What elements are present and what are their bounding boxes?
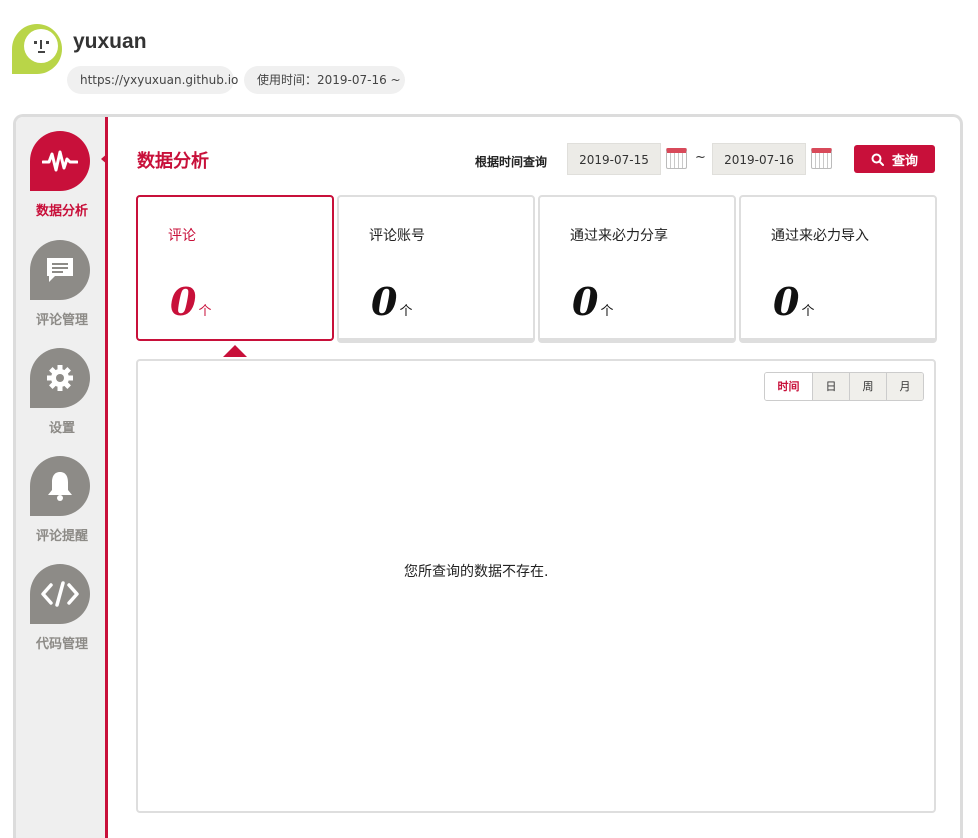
search-button-label: 查询: [891, 153, 918, 169]
sidebar: 数据分析 评论管理 设置 评论提醒 代码管理: [16, 117, 108, 838]
range-button-day[interactable]: 日: [812, 373, 849, 400]
page-title: 数据分析: [137, 151, 209, 172]
stat-card-title: 评论账号: [369, 228, 425, 244]
stat-card-value: 0个: [170, 279, 212, 324]
pulse-icon: [30, 131, 90, 191]
sidebar-item-label: 代码管理: [35, 637, 88, 652]
range-button-month[interactable]: 月: [886, 373, 923, 400]
sidebar-item-label: 评论提醒: [35, 529, 88, 544]
stat-card-title: 评论: [168, 228, 196, 244]
stat-card-value: 0个: [572, 279, 614, 324]
empty-data-message: 您所查询的数据不存在.: [404, 564, 549, 580]
date-query-label: 根据时间查询: [475, 155, 548, 169]
site-url-pill[interactable]: https://yxyuxuan.github.io: [67, 66, 238, 94]
comment-icon: [30, 240, 90, 300]
range-button-week[interactable]: 周: [849, 373, 886, 400]
date-range-separator: ~: [695, 150, 706, 165]
usage-since-pill: 使用时间：2019-07-16 ~: [244, 66, 405, 94]
chart-panel: 时间 日 周 月 您所查询的数据不存在.: [136, 359, 936, 813]
gear-icon: [30, 348, 90, 408]
stat-card-value: 0个: [371, 279, 413, 324]
stat-card-value: 0个: [773, 279, 815, 324]
sidebar-item-label: 数据分析: [35, 204, 88, 219]
search-button[interactable]: 查询: [854, 145, 935, 173]
stat-card-comment-accounts[interactable]: 评论账号 0个: [337, 195, 535, 343]
logo-avatar: [12, 24, 62, 74]
code-icon: [30, 564, 90, 624]
stat-card-comments[interactable]: 评论 0个: [136, 195, 334, 341]
sidebar-item-label: 设置: [48, 421, 75, 436]
calendar-icon[interactable]: [811, 148, 832, 169]
active-nav-pointer: [101, 153, 108, 165]
range-button-time[interactable]: 时间: [765, 373, 812, 400]
stat-card-title: 通过来必力分享: [570, 228, 668, 244]
main-frame: 数据分析 评论管理 设置 评论提醒 代码管理 数据分析 根据时间查询 2019-…: [13, 114, 963, 838]
range-toggle: 时间 日 周 月: [764, 372, 924, 401]
active-card-pointer: [223, 345, 247, 357]
stat-card-imports[interactable]: 通过来必力导入 0个: [739, 195, 937, 343]
date-from-input[interactable]: 2019-07-15: [567, 143, 661, 175]
search-icon: [871, 153, 884, 166]
stat-card-title: 通过来必力导入: [771, 228, 869, 244]
stat-card-shares[interactable]: 通过来必力分享 0个: [538, 195, 736, 343]
bell-icon: [30, 456, 90, 516]
username: yuxuan: [73, 30, 147, 53]
sidebar-item-label: 评论管理: [35, 313, 88, 328]
date-to-input[interactable]: 2019-07-16: [712, 143, 806, 175]
calendar-icon[interactable]: [666, 148, 687, 169]
